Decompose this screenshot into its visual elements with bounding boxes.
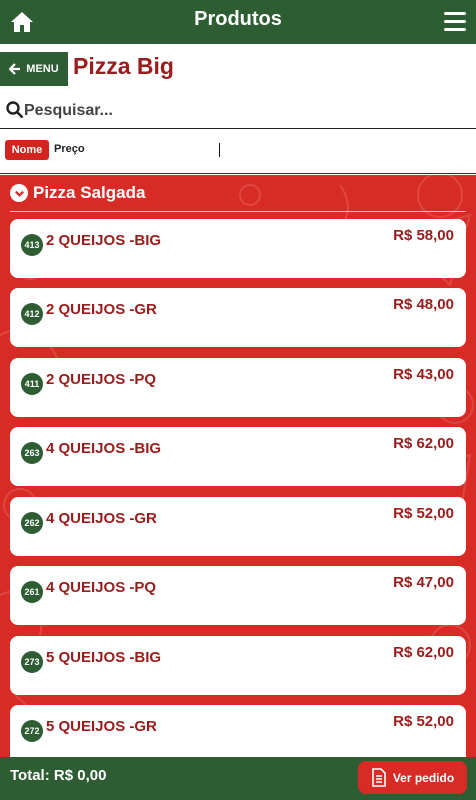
product-code-badge: 412: [21, 303, 43, 325]
page-title: Produtos: [194, 8, 282, 30]
sort-bar: Nome Preço: [0, 129, 476, 174]
hamburger-menu-icon[interactable]: [444, 12, 466, 32]
product-code-badge: 273: [21, 651, 43, 673]
category-title: Pizza Big: [73, 53, 174, 79]
top-bar: Produtos: [0, 0, 476, 44]
product-price: R$ 58,00: [393, 227, 454, 244]
product-name: 5 QUEIJOS -GR: [46, 718, 157, 735]
product-name: 2 QUEIJOS -GR: [46, 301, 157, 318]
product-code-badge: 411: [21, 373, 43, 395]
search-icon: [6, 101, 24, 119]
arrow-left-icon: [9, 63, 21, 75]
order-total: Total: R$ 0,00: [10, 767, 107, 784]
product-price: R$ 52,00: [393, 713, 454, 730]
product-code-badge: 261: [21, 581, 43, 603]
product-item[interactable]: 272 5 QUEIJOS -GR R$ 52,00: [10, 705, 466, 757]
footer-bar: Total: R$ 0,00 Ver pedido: [0, 757, 476, 800]
product-code-badge: 272: [21, 720, 43, 742]
product-price: R$ 48,00: [393, 296, 454, 313]
text-cursor: [219, 143, 220, 157]
product-price: R$ 47,00: [393, 574, 454, 591]
product-item[interactable]: 261 4 QUEIJOS -PQ R$ 47,00: [10, 566, 466, 625]
product-name: 2 QUEIJOS -BIG: [46, 232, 162, 249]
product-item[interactable]: 411 2 QUEIJOS -PQ R$ 43,00: [10, 358, 466, 417]
product-name: 4 QUEIJOS -PQ: [46, 579, 157, 596]
group-header[interactable]: Pizza Salgada: [10, 183, 145, 203]
product-list[interactable]: Pizza Salgada 413 2 QUEIJOS -BIG R$ 58,0…: [0, 175, 476, 757]
product-name: 2 QUEIJOS -PQ: [46, 371, 157, 388]
product-name: 4 QUEIJOS -GR: [46, 510, 157, 527]
product-price: R$ 52,00: [393, 505, 454, 522]
sort-by-price-button[interactable]: Preço: [54, 143, 85, 155]
back-to-menu-button[interactable]: MENU: [0, 52, 68, 86]
chevron-down-icon: [10, 184, 28, 202]
product-code-badge: 413: [21, 234, 43, 256]
product-item[interactable]: 262 4 QUEIJOS -GR R$ 52,00: [10, 497, 466, 556]
back-to-menu-label: MENU: [26, 63, 59, 75]
view-order-label: Ver pedido: [392, 770, 455, 785]
search-input[interactable]: [24, 99, 464, 123]
product-item[interactable]: 412 2 QUEIJOS -GR R$ 48,00: [10, 288, 466, 347]
view-order-button[interactable]: Ver pedido: [358, 761, 467, 794]
group-divider: [10, 211, 466, 212]
product-price: R$ 62,00: [393, 435, 454, 452]
product-item[interactable]: 413 2 QUEIJOS -BIG R$ 58,00: [10, 219, 466, 278]
product-item[interactable]: 273 5 QUEIJOS -BIG R$ 62,00: [10, 636, 466, 695]
group-title: Pizza Salgada: [33, 183, 146, 202]
product-code-badge: 262: [21, 512, 43, 534]
sort-by-name-button[interactable]: Nome: [5, 140, 49, 160]
product-price: R$ 62,00: [393, 644, 454, 661]
receipt-icon: [372, 768, 386, 787]
product-name: 5 QUEIJOS -BIG: [46, 649, 162, 666]
product-code-badge: 263: [21, 442, 43, 464]
product-item[interactable]: 263 4 QUEIJOS -BIG R$ 62,00: [10, 427, 466, 486]
product-name: 4 QUEIJOS -BIG: [46, 440, 162, 457]
product-price: R$ 43,00: [393, 366, 454, 383]
search-bar: [0, 99, 476, 129]
